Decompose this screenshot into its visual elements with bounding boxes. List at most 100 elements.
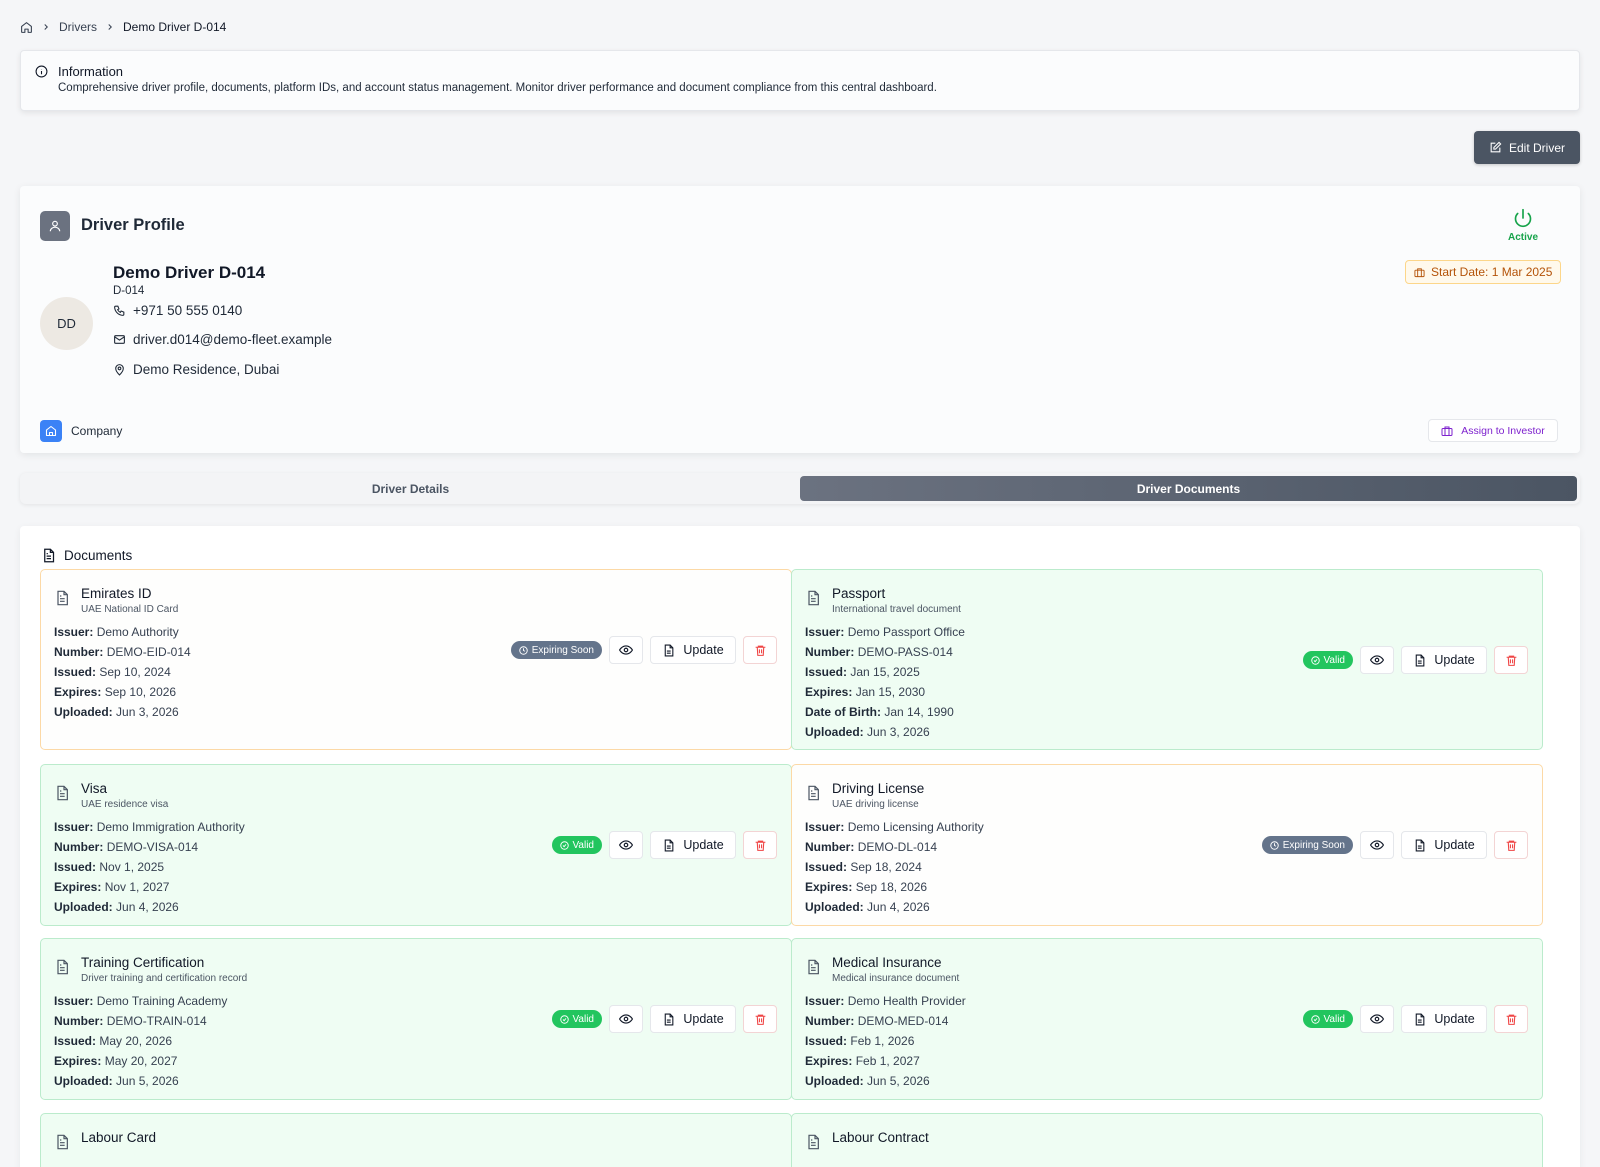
document-field: Expires: Jan 15, 2030 [805,685,926,699]
file-text-icon [54,785,70,801]
file-text-icon [54,590,70,606]
document-field: Uploaded: Jun 5, 2026 [805,1074,930,1088]
address-text: Demo Residence, Dubai [133,362,280,377]
edit-driver-button[interactable]: Edit Driver [1474,131,1580,164]
start-date-text: Start Date: 1 Mar 2025 [1431,265,1553,279]
view-document-button[interactable] [609,636,643,664]
clock-icon [1270,840,1279,850]
file-text-icon [665,644,674,656]
eye-icon [1370,1014,1384,1024]
clock-icon [519,645,528,655]
document-field: Issuer: Demo Licensing Authority [805,820,984,834]
update-document-button[interactable]: Update [1401,1005,1487,1033]
document-field: Expires: Sep 18, 2026 [805,880,928,894]
update-document-button[interactable]: Update [650,1005,736,1033]
home-icon[interactable] [20,21,33,34]
file-text-icon [1416,654,1425,666]
document-field: Number: DEMO-DL-014 [805,840,938,854]
briefcase-icon [1414,267,1425,278]
chevron-right-icon [105,22,115,32]
document-fields: Issuer: Demo Licensing Authority Number:… [805,817,984,917]
tab-driver-details[interactable]: Driver Details [23,476,798,501]
document-fields: Issuer: Demo Health Provider Number: DEM… [805,991,966,1091]
info-icon [35,65,48,78]
check-circle-icon [1310,1014,1320,1024]
delete-document-button[interactable] [1494,646,1528,674]
start-date-badge: Start Date: 1 Mar 2025 [1405,260,1562,284]
view-document-button[interactable] [1360,646,1394,674]
delete-document-button[interactable] [743,1005,777,1033]
status-badge: Expiring Soon [1261,836,1353,854]
document-title: Visa [81,781,108,796]
delete-document-button[interactable] [1494,831,1528,859]
file-text-icon [54,1134,70,1150]
file-text-icon [805,590,821,606]
view-document-button[interactable] [609,831,643,859]
assign-to-investor-button[interactable]: Assign to Investor [1428,419,1558,442]
file-text-icon [1416,839,1425,851]
document-subtitle: UAE National ID Card [81,604,179,615]
document-field: Issuer: Demo Training Academy [54,994,228,1008]
document-fields: Issuer: Demo Training Academy Number: DE… [54,991,227,1091]
delete-document-button[interactable] [743,636,777,664]
status-toggle[interactable]: Active [1508,208,1538,243]
document-actions: Valid Update [1302,646,1528,674]
delete-document-button[interactable] [1494,1005,1528,1033]
status-label: Active [1508,232,1539,243]
document-field: Expires: May 20, 2027 [54,1054,178,1068]
trash-icon [1506,655,1516,666]
document-field: Expires: Feb 1, 2027 [805,1054,920,1068]
document-title: Labour Contract [832,1130,929,1145]
mail-icon [113,333,126,346]
tab-driver-documents[interactable]: Driver Documents [800,476,1577,501]
information-description: Comprehensive driver profile, documents,… [58,82,937,94]
chevron-right-icon [41,22,51,32]
file-text-icon [665,839,674,851]
status-badge: Valid [1302,1010,1353,1028]
update-document-button[interactable]: Update [650,831,736,859]
view-document-button[interactable] [1360,1005,1394,1033]
trash-icon [755,1014,765,1025]
document-field: Uploaded: Jun 4, 2026 [805,900,930,914]
edit-icon [1489,141,1502,154]
eye-icon [1370,840,1384,850]
documents-heading: Documents [41,548,132,563]
view-document-button[interactable] [1360,831,1394,859]
update-document-button[interactable]: Update [650,636,736,664]
information-banner: Information Comprehensive driver profile… [20,50,1580,111]
document-subtitle: UAE residence visa [81,799,169,810]
breadcrumb-current: Demo Driver D-014 [123,20,227,34]
view-document-button[interactable] [609,1005,643,1033]
profile-heading: Driver Profile [81,216,185,234]
company-label: Company [40,420,122,442]
update-document-button[interactable]: Update [1401,831,1487,859]
document-subtitle: UAE driving license [832,799,919,810]
document-card-labour-contract: Labour Contract [791,1113,1543,1167]
file-text-icon [805,785,821,801]
check-circle-icon [1310,655,1320,665]
file-text-icon [54,959,70,975]
document-card-driving-license: Driving License UAE driving license Issu… [791,764,1543,926]
home-icon [40,420,62,442]
document-actions: Valid Update [551,831,777,859]
document-field: Uploaded: Jun 4, 2026 [54,900,179,914]
delete-document-button[interactable] [743,831,777,859]
update-document-button[interactable]: Update [1401,646,1487,674]
document-field: Issuer: Demo Immigration Authority [54,820,245,834]
document-field: Number: DEMO-TRAIN-014 [54,1014,207,1028]
document-title: Emirates ID [81,586,152,601]
breadcrumb-drivers-link[interactable]: Drivers [59,20,97,34]
document-field: Uploaded: Jun 5, 2026 [54,1074,179,1088]
eye-icon [619,840,633,850]
document-actions: Expiring Soon Update [1261,831,1528,859]
document-card-passport: Passport International travel document I… [791,569,1543,750]
document-title: Driving License [832,781,925,796]
driver-profile-card: Driver Profile Active Start Date: 1 Mar … [20,186,1580,453]
information-title: Information [58,64,124,79]
document-field: Expires: Sep 10, 2026 [54,685,177,699]
document-subtitle: Medical insurance document [832,973,960,984]
map-pin-icon [113,363,126,376]
document-field: Issued: May 20, 2026 [54,1034,173,1048]
tab-bar: Driver Details Driver Documents [20,473,1580,504]
file-text-icon [805,959,821,975]
